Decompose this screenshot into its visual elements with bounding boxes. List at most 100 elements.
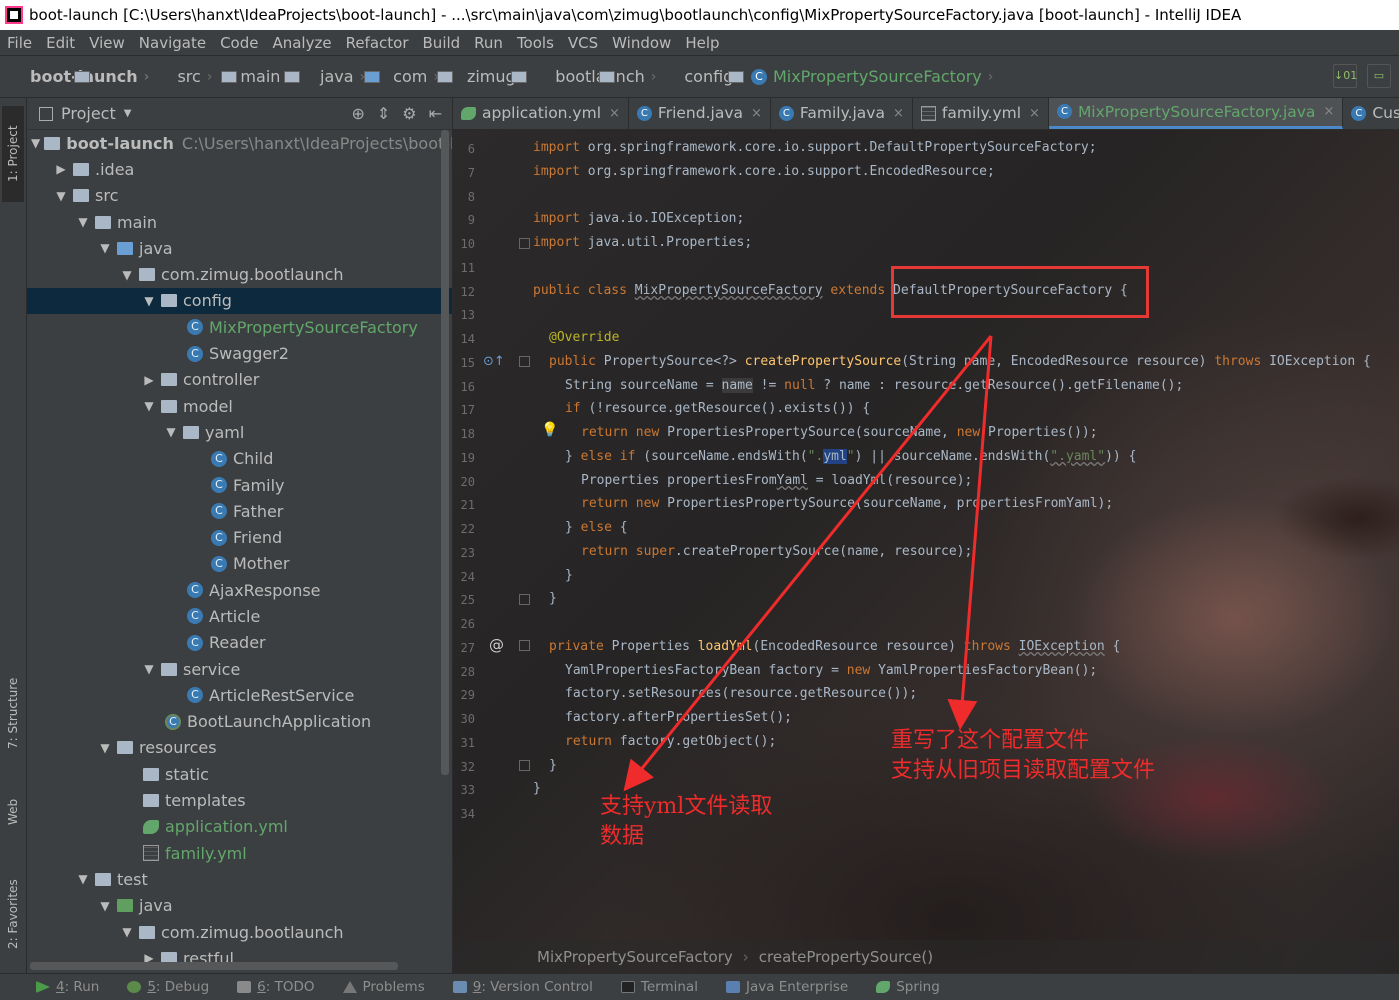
tree-item-ajaxresponse[interactable]: C AjaxResponse [27, 577, 452, 603]
menu-navigate[interactable]: Navigate [132, 34, 213, 52]
tree-item-family[interactable]: C Family [27, 472, 452, 498]
tool-run[interactable]: 4: Run [36, 979, 99, 995]
tab-web-tool[interactable]: Web [2, 784, 24, 840]
tool-terminal[interactable]: Terminal [620, 979, 698, 995]
tree-item-mixpropertysourcefactory[interactable]: C MixPropertySourceFactory [27, 314, 452, 340]
tool-version-control[interactable]: 9: Version Control [452, 979, 593, 995]
menu-tools[interactable]: Tools [510, 34, 561, 52]
menu-build[interactable]: Build [416, 34, 468, 52]
breadcrumb-java[interactable]: java › [298, 67, 381, 86]
tree-item-service[interactable]: ▼ service [27, 656, 452, 682]
project-scrollbar[interactable] [441, 130, 449, 775]
test-folder-icon [117, 899, 133, 913]
menu-help[interactable]: Help [678, 34, 726, 52]
tool-problems[interactable]: Problems [342, 979, 425, 995]
tree-item-boot-launch[interactable]: ▼ boot-launch C:\Users\hanxt\IdeaProjects\… [27, 130, 452, 156]
menu-window[interactable]: Window [605, 34, 678, 52]
window-title: boot-launch [C:\Users\hanxt\IdeaProjects… [29, 6, 1242, 24]
project-panel-title[interactable]: Project [61, 104, 116, 123]
tree-item-test-package[interactable]: ▼ com.zimug.bootlaunch [27, 919, 452, 945]
tool-label: Spring [896, 979, 940, 995]
tree-item-templates[interactable]: templates [27, 787, 452, 813]
expand-arrow-icon[interactable]: ▼ [119, 925, 135, 939]
expand-arrow-icon[interactable]: ▼ [97, 899, 113, 913]
tree-item-label: Article [209, 606, 261, 626]
expand-arrow-icon[interactable]: ▼ [97, 241, 113, 255]
tool-todo[interactable]: 6: TODO [237, 979, 315, 995]
tool-java-enterprise[interactable]: Java Enterprise [725, 979, 848, 995]
menu-file[interactable]: File [0, 34, 39, 52]
tree-item-test-java[interactable]: ▼ java [27, 893, 452, 919]
source-folder-icon [117, 241, 133, 255]
dropdown-arrow-icon[interactable]: ▼ [124, 108, 132, 119]
menu-refactor[interactable]: Refactor [339, 34, 416, 52]
expand-arrow-icon[interactable]: ▼ [31, 136, 40, 150]
tree-item-child[interactable]: C Child [27, 446, 452, 472]
expand-arrow-icon[interactable]: ▼ [163, 425, 179, 439]
expand-arrow-icon[interactable]: ▼ [141, 294, 157, 308]
tree-item-mother[interactable]: C Mother [27, 551, 452, 577]
hide-panel-icon[interactable]: ⇤ [429, 104, 442, 123]
tree-item-application-yml[interactable]: application.yml [27, 814, 452, 840]
menu-edit[interactable]: Edit [39, 34, 82, 52]
tree-item-src[interactable]: ▼ src [27, 183, 452, 209]
menu-vcs[interactable]: VCS [561, 34, 605, 52]
expand-arrow-icon[interactable]: ▼ [119, 268, 135, 282]
tree-item-package[interactable]: ▼ com.zimug.bootlaunch [27, 261, 452, 287]
breadcrumb-com[interactable]: com › [371, 67, 454, 86]
expand-arrow-icon[interactable]: ▼ [75, 215, 91, 229]
menu-view[interactable]: View [82, 34, 132, 52]
locate-icon[interactable]: ⊕ [351, 104, 364, 123]
tree-item-friend[interactable]: C Friend [27, 524, 452, 550]
expand-arrow-icon[interactable]: ▼ [141, 399, 157, 413]
gear-icon[interactable]: ⚙ [402, 104, 416, 123]
tree-item-reader[interactable]: C Reader [27, 630, 452, 656]
code-editor[interactable]: application.yml × C Friend.java × C Family.j… [453, 98, 1399, 973]
build-icon[interactable]: ↓01 [1333, 64, 1357, 88]
expand-arrow-icon[interactable]: ▼ [53, 189, 69, 203]
tree-item-family-yml[interactable]: family.yml [27, 840, 452, 866]
tree-item-articlerestservice[interactable]: C ArticleRestService [27, 682, 452, 708]
expand-arrow-icon[interactable]: ▼ [97, 741, 113, 755]
expand-arrow-icon[interactable]: ▼ [141, 662, 157, 676]
menu-run[interactable]: Run [467, 34, 510, 52]
annotation-text: 重写了这个配置文件 [891, 728, 1090, 753]
tree-item-model[interactable]: ▼ model [27, 393, 452, 419]
breadcrumb-class[interactable]: C MixPropertySourceFactory › [750, 67, 999, 86]
menu-analyze[interactable]: Analyze [265, 34, 338, 52]
tree-item-java[interactable]: ▼ java [27, 235, 452, 261]
project-panel-header: Project ▼ ⊕ ⇕ ⚙ ⇤ [27, 98, 452, 130]
tree-item-article[interactable]: C Article [27, 603, 452, 629]
collapsed-arrow-icon[interactable]: ▶ [141, 373, 157, 387]
breadcrumb-src[interactable]: src › [155, 67, 238, 86]
tree-item-bootlaunchapplication[interactable]: C BootLaunchApplication [27, 709, 452, 735]
menu-code[interactable]: Code [213, 34, 265, 52]
breadcrumb-bootlaunch[interactable]: bootlaunch› [533, 67, 662, 86]
tree-item-test[interactable]: ▼ test [27, 866, 452, 892]
tree-item-label: Child [233, 449, 274, 469]
tool-spring[interactable]: Spring [876, 979, 940, 995]
tree-item-label: java [139, 238, 173, 258]
tree-item-resources[interactable]: ▼ resources [27, 735, 452, 761]
expand-arrow-icon[interactable]: ▼ [75, 872, 91, 886]
tree-item-main[interactable]: ▼ main [27, 209, 452, 235]
run-config-icon[interactable]: ▭ [1367, 64, 1391, 88]
collapse-all-icon[interactable]: ⇕ [377, 104, 390, 123]
breadcrumb-config[interactable]: config› [662, 67, 751, 86]
tree-item-controller[interactable]: ▶ controller [27, 367, 452, 393]
package-icon [437, 70, 454, 83]
tree-item-father[interactable]: C Father [27, 498, 452, 524]
tool-debug[interactable]: 5: Debug [127, 979, 209, 995]
tab-project-tool[interactable]: 1: Project [2, 106, 24, 202]
tree-item-swagger2[interactable]: C Swagger2 [27, 340, 452, 366]
tree-item-static[interactable]: static [27, 761, 452, 787]
tree-item-config[interactable]: ▼ config [27, 287, 452, 315]
breadcrumb-zimug[interactable]: zimug› [445, 67, 533, 86]
collapsed-arrow-icon[interactable]: ▶ [53, 162, 69, 176]
tab-structure-tool[interactable]: 7: Structure [2, 658, 24, 768]
tab-favorites-tool[interactable]: 2: Favorites [2, 864, 24, 964]
breadcrumb-boot-launch[interactable]: boot-launch› [8, 67, 155, 86]
tree-item-yaml[interactable]: ▼ yaml [27, 419, 452, 445]
tree-item-idea[interactable]: ▶ .idea [27, 156, 452, 182]
project-horizontal-scrollbar[interactable] [30, 962, 398, 970]
